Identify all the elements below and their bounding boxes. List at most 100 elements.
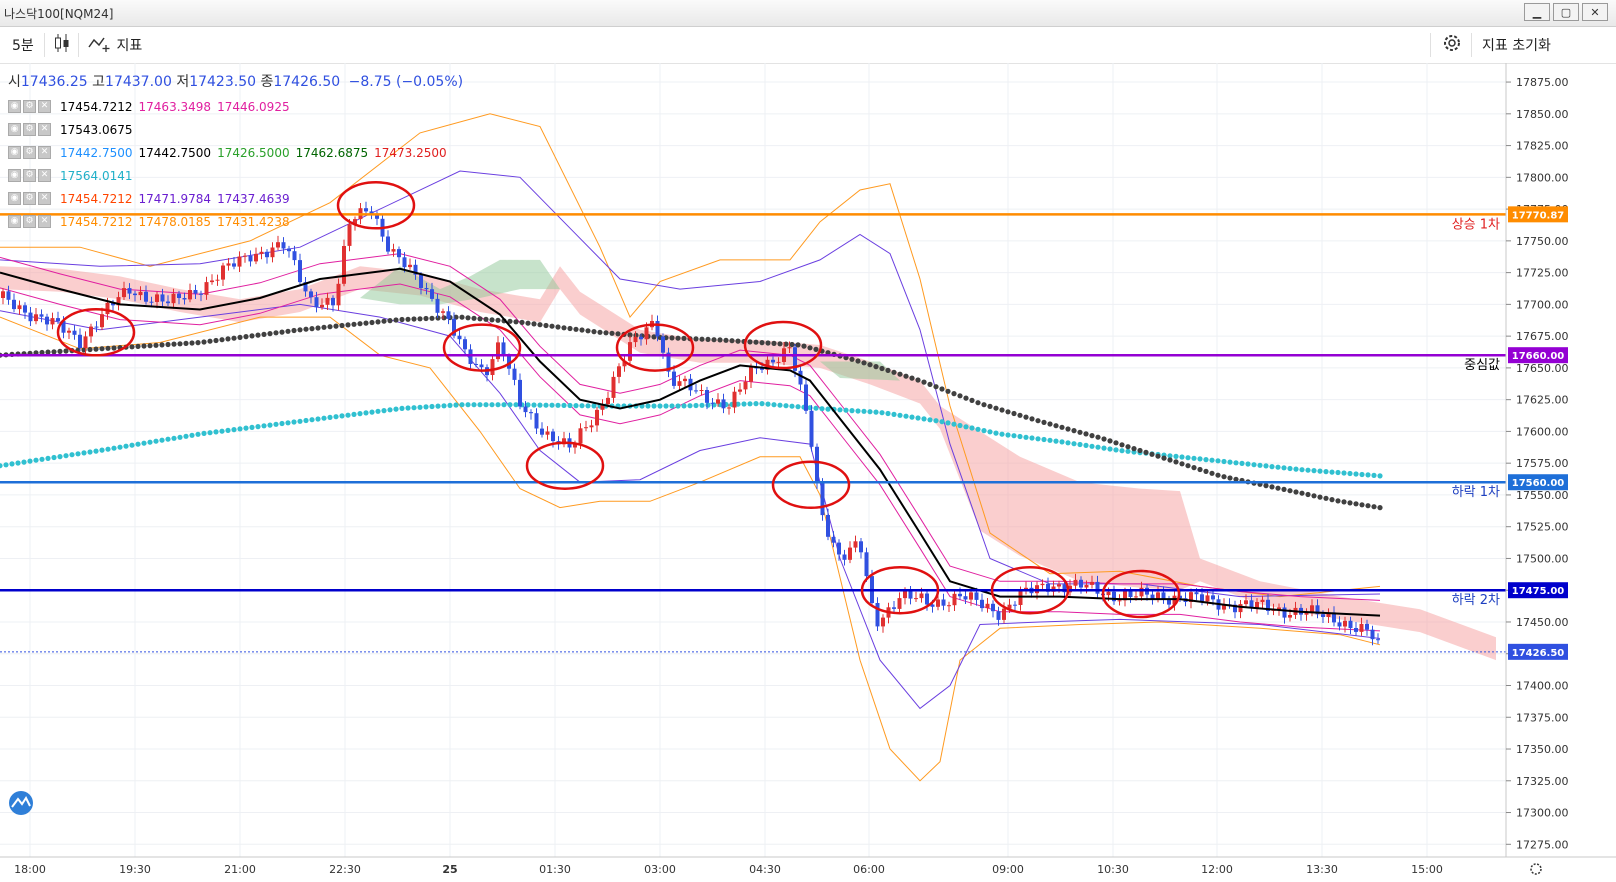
gear-icon[interactable]: ⚙	[23, 169, 36, 182]
cyan-dot-ma	[363, 410, 369, 416]
dark-dot-ma	[249, 333, 255, 339]
eye-icon[interactable]: ◉	[8, 169, 21, 182]
gear-icon[interactable]: ⚙	[23, 123, 36, 136]
cyan-dot-ma	[789, 403, 795, 409]
dark-dot-ma	[1371, 504, 1377, 510]
dark-dot-ma	[441, 315, 447, 321]
x-tick-label: 19:30	[119, 863, 151, 876]
indicator-controls[interactable]: ◉ ⚙ ✕	[8, 215, 51, 228]
indicator-controls[interactable]: ◉ ⚙ ✕	[8, 123, 51, 136]
candle-body	[820, 482, 825, 516]
dark-dot-ma	[363, 320, 369, 326]
dark-dot-ma	[1131, 446, 1137, 452]
dark-dot-ma	[369, 319, 375, 326]
indicator-controls[interactable]: ◉ ⚙ ✕	[8, 100, 51, 113]
cyan-dot-ma	[1299, 467, 1305, 473]
dark-dot-ma	[387, 318, 393, 324]
settings-button[interactable]	[1441, 32, 1463, 58]
dark-dot-ma	[87, 346, 93, 353]
cyan-dot-ma	[765, 401, 771, 407]
candle-body	[67, 330, 71, 333]
eye-icon[interactable]: ◉	[8, 100, 21, 113]
maximize-button[interactable]: ▢	[1553, 3, 1579, 21]
close-icon[interactable]: ✕	[38, 146, 51, 159]
candle-body	[1293, 607, 1298, 615]
dark-dot-ma	[651, 334, 657, 340]
eye-icon[interactable]: ◉	[8, 192, 21, 205]
y-tick-label: 17750.00	[1516, 235, 1569, 248]
candle-body	[633, 336, 638, 343]
level-price-box	[1508, 206, 1568, 223]
dark-dot-ma	[303, 326, 309, 332]
cyan-dot-ma	[597, 403, 603, 409]
cyan-dot-ma	[447, 402, 453, 408]
dark-dot-ma	[291, 327, 297, 334]
eye-icon[interactable]: ◉	[8, 123, 21, 136]
candle-body	[881, 617, 885, 627]
cyan-dot-ma	[1287, 465, 1293, 472]
cyan-dot-ma	[987, 429, 993, 435]
cyan-dot-ma	[1089, 443, 1095, 449]
candle-body	[540, 428, 544, 435]
dark-dot-ma	[699, 336, 705, 342]
cyan-dot-ma	[3, 462, 9, 468]
indicator-button[interactable]: 지표	[88, 35, 142, 55]
candle-body	[402, 257, 407, 268]
y-tick-label: 17800.00	[1516, 171, 1569, 184]
candle-body	[1310, 605, 1314, 613]
dark-dot-ma	[693, 336, 699, 342]
dark-dot-ma	[1221, 474, 1227, 480]
indicator-controls[interactable]: ◉ ⚙ ✕	[8, 146, 51, 159]
candle-body	[292, 251, 297, 261]
close-icon[interactable]: ✕	[38, 100, 51, 113]
candle-body	[78, 334, 82, 348]
level-price-label: 17560.00	[1512, 478, 1565, 489]
dark-dot-ma	[1059, 424, 1065, 430]
dark-dot-ma	[159, 342, 165, 348]
high-value: 17437.00	[105, 74, 172, 90]
candle-type-button[interactable]	[54, 33, 70, 57]
y-tick-label: 17300.00	[1516, 807, 1569, 820]
dark-dot-ma	[51, 349, 57, 355]
dark-dot-ma	[819, 348, 825, 354]
candle-body	[738, 389, 742, 392]
close-icon[interactable]: ✕	[38, 169, 51, 182]
dark-dot-ma	[897, 371, 903, 377]
candle-body	[1200, 594, 1204, 602]
candle-body	[743, 381, 748, 390]
candle-body	[809, 410, 814, 447]
close-icon[interactable]: ✕	[38, 215, 51, 228]
gear-icon[interactable]: ⚙	[23, 215, 36, 228]
close-button[interactable]: ✕	[1582, 3, 1608, 21]
indicator-controls[interactable]: ◉ ⚙ ✕	[8, 169, 51, 182]
eye-icon[interactable]: ◉	[8, 146, 21, 159]
candle-body	[765, 359, 770, 370]
level-price-label: 17475.00	[1512, 586, 1565, 597]
gear-icon[interactable]: ⚙	[23, 146, 36, 159]
cyan-dot-ma	[1149, 451, 1155, 457]
cyan-dot-ma	[1191, 455, 1197, 461]
candle-body	[287, 248, 291, 252]
candle-body	[1123, 591, 1127, 601]
dark-dot-ma	[609, 330, 615, 336]
cyan-dot-ma	[1263, 463, 1269, 469]
dark-dot-ma	[567, 325, 573, 332]
close-icon[interactable]: ✕	[38, 123, 51, 136]
close-icon[interactable]: ✕	[38, 192, 51, 205]
interval-selector[interactable]: 5분	[12, 35, 34, 55]
dark-dot-ma	[213, 337, 219, 344]
candle-body	[710, 402, 715, 404]
candle-body	[1101, 593, 1105, 596]
candlestick-icon	[55, 34, 69, 52]
reset-indicators-button[interactable]: 지표 초기화	[1482, 35, 1551, 55]
eye-icon[interactable]: ◉	[8, 215, 21, 228]
indicator-controls[interactable]: ◉ ⚙ ✕	[8, 192, 51, 205]
y-tick-label: 17325.00	[1516, 775, 1569, 788]
dark-dot-ma	[483, 316, 489, 322]
y-tick-label: 17625.00	[1516, 394, 1569, 407]
indicator-row: ◉ ⚙ ✕ 17442.7500 17442.7500 17426.5000 17462.6…	[8, 141, 447, 164]
gear-icon[interactable]: ⚙	[23, 192, 36, 205]
minimize-button[interactable]: ▁	[1524, 3, 1550, 21]
dark-dot-ma	[747, 339, 753, 345]
gear-icon[interactable]: ⚙	[23, 100, 36, 113]
